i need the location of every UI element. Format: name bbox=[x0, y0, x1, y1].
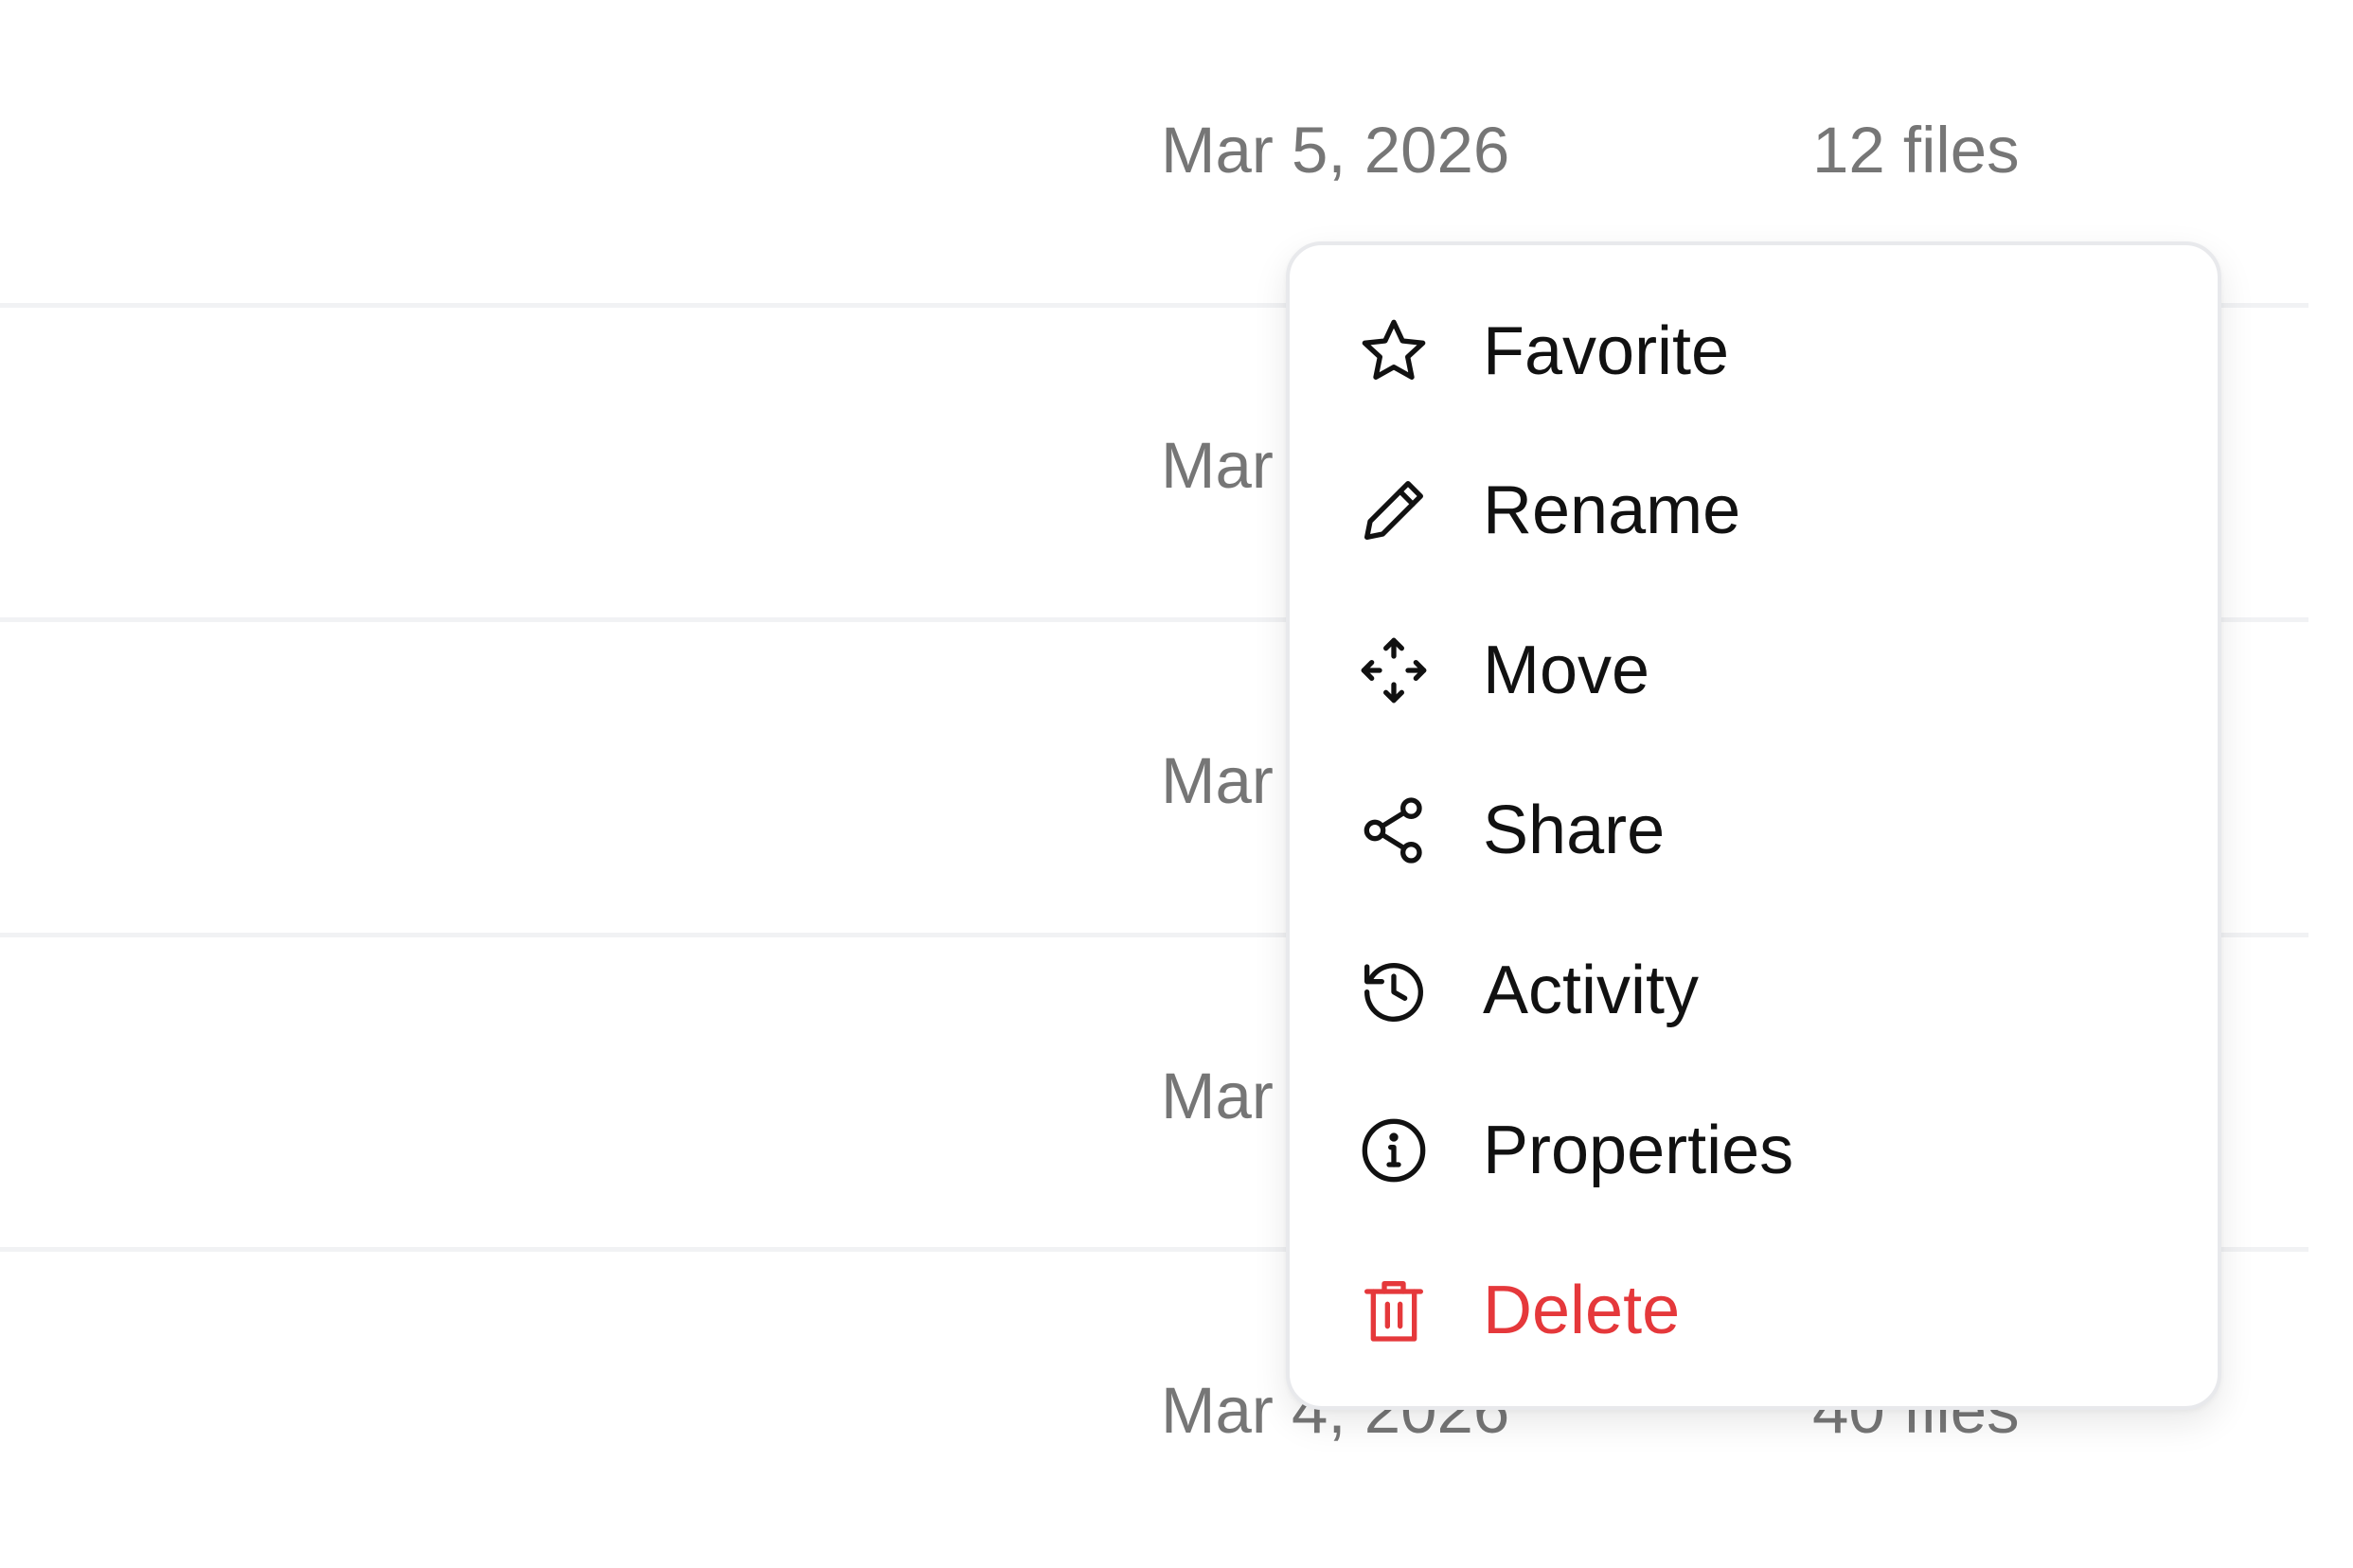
menu-label: Rename bbox=[1483, 472, 1741, 548]
menu-item-activity[interactable]: Activity bbox=[1290, 911, 2218, 1070]
menu-item-rename[interactable]: Rename bbox=[1290, 431, 2218, 590]
menu-item-share[interactable]: Share bbox=[1290, 751, 2218, 910]
file-date: Mar bbox=[1161, 1060, 1274, 1132]
menu-label: Properties bbox=[1483, 1113, 1794, 1188]
file-date: Mar bbox=[1161, 744, 1274, 817]
file-count: 12 files bbox=[1812, 114, 2020, 187]
share-icon bbox=[1356, 793, 1432, 868]
menu-label: Activity bbox=[1483, 953, 1700, 1028]
trash-icon bbox=[1356, 1273, 1432, 1348]
star-icon bbox=[1356, 313, 1432, 389]
menu-item-delete[interactable]: Delete bbox=[1290, 1231, 2218, 1390]
context-menu: Favorite Rename Move Share Activity Prop… bbox=[1286, 241, 2221, 1410]
menu-item-favorite[interactable]: Favorite bbox=[1290, 272, 2218, 431]
menu-label: Delete bbox=[1483, 1273, 1681, 1348]
file-date: Mar 5, 2026 bbox=[1161, 114, 1510, 187]
file-date: Mar bbox=[1161, 429, 1274, 502]
menu-label: Share bbox=[1483, 793, 1666, 868]
menu-item-properties[interactable]: Properties bbox=[1290, 1071, 2218, 1230]
info-icon bbox=[1356, 1113, 1432, 1188]
menu-item-move[interactable]: Move bbox=[1290, 591, 2218, 750]
pencil-icon bbox=[1356, 472, 1432, 548]
move-icon bbox=[1356, 633, 1432, 708]
menu-label: Favorite bbox=[1483, 313, 1730, 389]
history-icon bbox=[1356, 953, 1432, 1028]
menu-label: Move bbox=[1483, 633, 1650, 708]
